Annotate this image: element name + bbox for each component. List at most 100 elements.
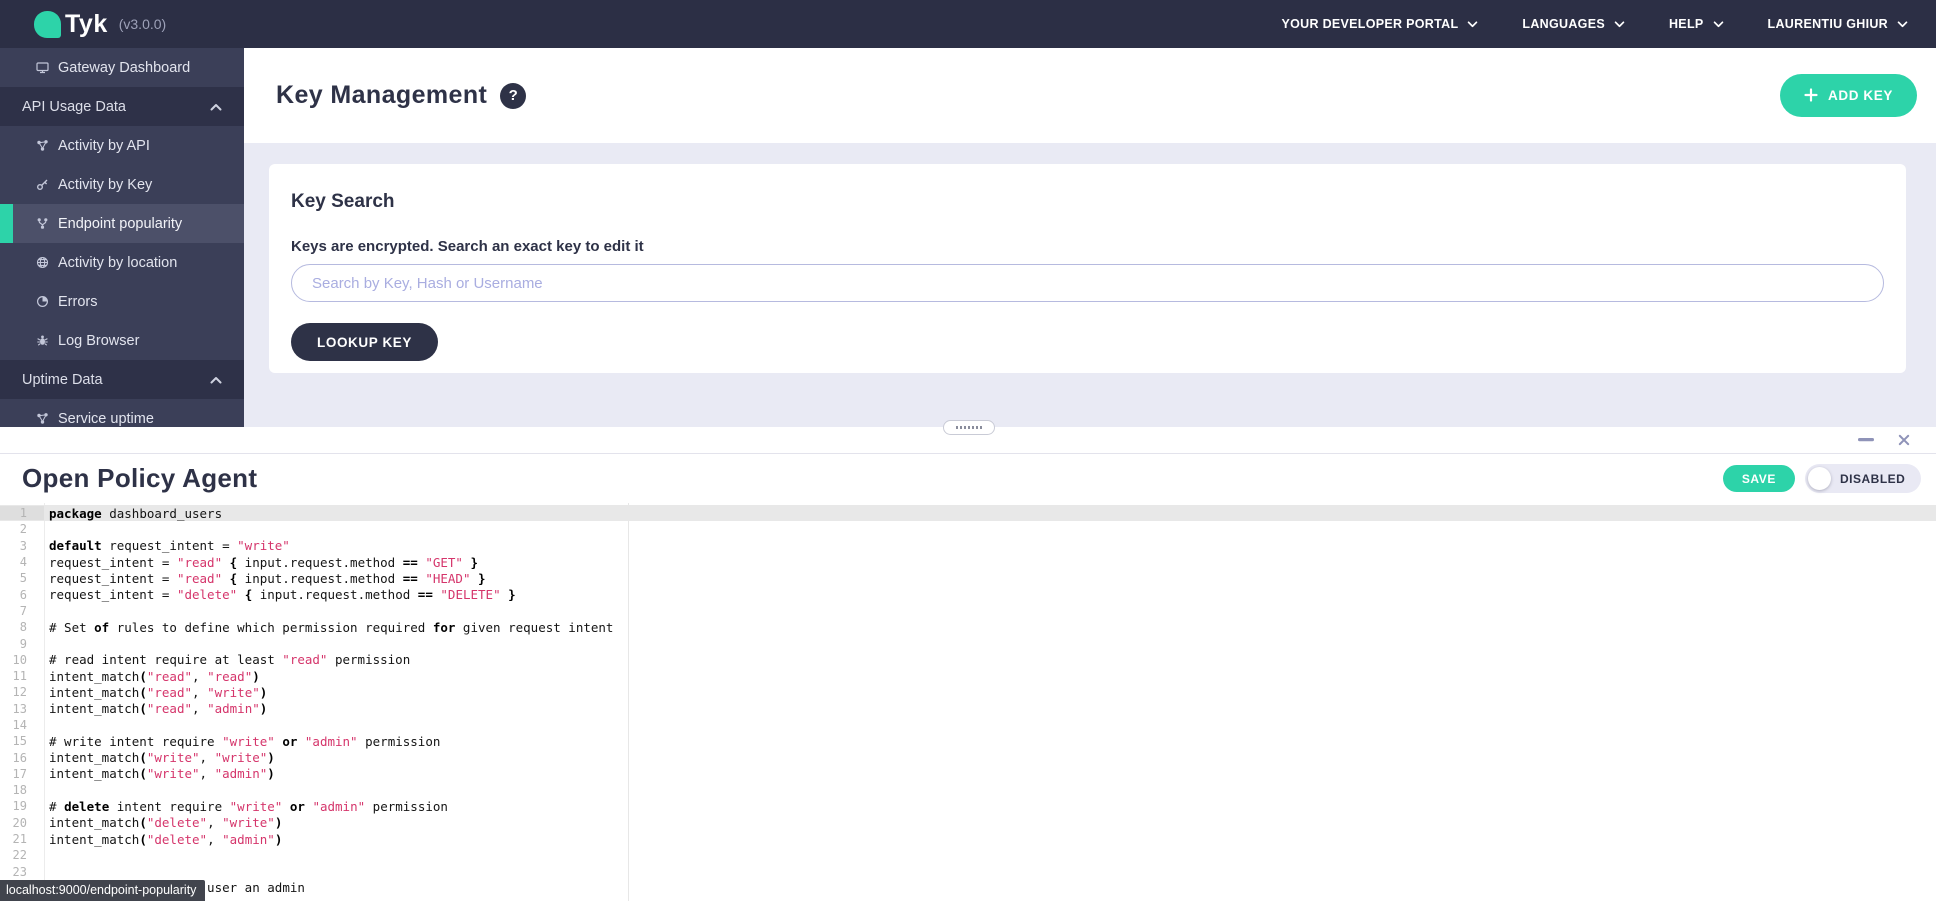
add-key-label: ADD KEY xyxy=(1828,88,1893,103)
chevron-up-icon xyxy=(210,103,222,111)
line-number: 23 xyxy=(0,865,44,879)
code-line: 9 xyxy=(0,635,1936,651)
line-content: # write intent require "write" or "admin… xyxy=(44,734,440,749)
code-line: 3default request_intent = "write" xyxy=(0,538,1936,554)
key-search-card: Key Search Keys are encrypted. Search an… xyxy=(269,164,1906,373)
share-icon xyxy=(36,412,49,425)
line-content: request_intent = "delete" { input.reques… xyxy=(44,587,516,602)
key-search-input[interactable] xyxy=(291,264,1884,302)
globe-icon xyxy=(36,256,49,269)
code-line: 23 xyxy=(0,864,1936,880)
fork-icon xyxy=(36,217,49,230)
code-line: 16intent_match("write", "write") xyxy=(0,749,1936,765)
chevron-down-icon xyxy=(1467,20,1478,28)
line-content: intent_match("read", "read") xyxy=(44,669,260,684)
code-line: 10# read intent require at least "read" … xyxy=(0,652,1936,668)
code-line: 5request_intent = "read" { input.request… xyxy=(0,570,1936,586)
chevron-down-icon xyxy=(1713,20,1724,28)
code-line: 8# Set of rules to define which permissi… xyxy=(0,619,1936,635)
line-number: 8 xyxy=(0,620,44,634)
sidebar-section-label: API Usage Data xyxy=(22,99,126,115)
sidebar-item-log-browser[interactable]: Log Browser xyxy=(0,321,244,360)
opa-panel: Open Policy Agent SAVE DISABLED 1package… xyxy=(0,427,1936,901)
add-key-button[interactable]: ADD KEY xyxy=(1780,74,1917,117)
opa-panel-title: Open Policy Agent xyxy=(22,463,257,494)
opa-panel-header: Open Policy Agent SAVE DISABLED xyxy=(0,454,1936,503)
lookup-key-button[interactable]: LOOKUP KEY xyxy=(291,323,438,361)
topbar: Tyk (v3.0.0) YOUR DEVELOPER PORTAL LANGUA… xyxy=(0,0,1936,48)
line-number: 2 xyxy=(0,522,44,536)
save-button[interactable]: SAVE xyxy=(1723,465,1795,492)
line-content: request_intent = "read" { input.request.… xyxy=(44,571,486,586)
chevron-down-icon xyxy=(1897,20,1908,28)
sidebar-item-label: Gateway Dashboard xyxy=(58,60,190,76)
line-content: # delete intent require "write" or "admi… xyxy=(44,799,448,814)
line-number: 12 xyxy=(0,685,44,699)
line-number: 14 xyxy=(0,718,44,732)
line-content: intent_match("read", "write") xyxy=(44,685,267,700)
topbar-menu-your-developer-portal[interactable]: YOUR DEVELOPER PORTAL xyxy=(1281,17,1478,31)
panel-drag-handle[interactable] xyxy=(943,420,995,435)
line-number: 16 xyxy=(0,751,44,765)
sidebar: Gateway Dashboard API Usage Data Activity … xyxy=(0,48,244,427)
topbar-menu-label: YOUR DEVELOPER PORTAL xyxy=(1281,17,1458,31)
minimize-icon[interactable] xyxy=(1858,438,1874,442)
topbar-menu-laurentiu-ghiur[interactable]: LAURENTIU GHIUR xyxy=(1768,17,1908,31)
code-line: 21intent_match("delete", "admin") xyxy=(0,831,1936,847)
monitor-icon xyxy=(36,61,49,74)
close-icon[interactable] xyxy=(1898,434,1910,446)
line-number: 20 xyxy=(0,816,44,830)
code-line: 19# delete intent require "write" or "ad… xyxy=(0,798,1936,814)
topbar-menu: YOUR DEVELOPER PORTAL LANGUAGES HELP LAUREN… xyxy=(1281,17,1908,31)
code-line: 18 xyxy=(0,782,1936,798)
share-icon xyxy=(36,139,49,152)
line-number: 13 xyxy=(0,702,44,716)
line-number: 19 xyxy=(0,799,44,813)
code-line: 15# write intent require "write" or "adm… xyxy=(0,733,1936,749)
topbar-menu-label: HELP xyxy=(1669,17,1704,31)
sidebar-section-api-usage-data[interactable]: API Usage Data xyxy=(0,87,244,126)
disabled-toggle[interactable]: DISABLED xyxy=(1805,464,1921,493)
sidebar-item-label: Log Browser xyxy=(58,333,139,349)
sidebar-item-label: Activity by Key xyxy=(58,177,152,193)
code-line: 2 xyxy=(0,521,1936,537)
code-line: 22 xyxy=(0,847,1936,863)
key-search-title: Key Search xyxy=(291,164,1884,213)
line-content: intent_match("delete", "admin") xyxy=(44,832,282,847)
topbar-menu-label: LANGUAGES xyxy=(1522,17,1605,31)
code-line: 6request_intent = "delete" { input.reque… xyxy=(0,586,1936,602)
line-number: 15 xyxy=(0,734,44,748)
sidebar-item-errors[interactable]: Errors xyxy=(0,282,244,321)
app-root: Tyk (v3.0.0) YOUR DEVELOPER PORTAL LANGUA… xyxy=(0,0,1936,901)
code-line: 12intent_match("read", "write") xyxy=(0,684,1936,700)
line-content: # read intent require at least "read" pe… xyxy=(44,652,410,667)
line-number: 7 xyxy=(0,604,44,618)
line-number: 4 xyxy=(0,555,44,569)
sidebar-item-endpoint-popularity[interactable]: Endpoint popularity xyxy=(0,204,244,243)
sidebar-item-service-uptime[interactable]: Service uptime xyxy=(0,399,244,427)
line-number: 9 xyxy=(0,637,44,651)
line-number: 3 xyxy=(0,539,44,553)
tyk-logo[interactable]: Tyk (v3.0.0) xyxy=(34,10,166,39)
sidebar-item-activity-by-location[interactable]: Activity by location xyxy=(0,243,244,282)
sidebar-item-gateway-dashboard[interactable]: Gateway Dashboard xyxy=(0,48,244,87)
line-content: intent_match("delete", "write") xyxy=(44,815,282,830)
topbar-menu-help[interactable]: HELP xyxy=(1669,17,1724,31)
sidebar-item-activity-by-key[interactable]: Activity by Key xyxy=(0,165,244,204)
line-content: intent_match("write", "write") xyxy=(44,750,275,765)
line-content: request_intent = "read" { input.request.… xyxy=(44,555,478,570)
help-icon[interactable]: ? xyxy=(500,83,526,109)
sidebar-item-activity-by-api[interactable]: Activity by API xyxy=(0,126,244,165)
code-editor[interactable]: 1package dashboard_users23default reques… xyxy=(0,503,1936,901)
sidebar-item-label: Activity by location xyxy=(58,255,177,271)
topbar-menu-languages[interactable]: LANGUAGES xyxy=(1522,17,1625,31)
line-number: 21 xyxy=(0,832,44,846)
sidebar-item-label: Service uptime xyxy=(58,411,154,427)
bug-icon xyxy=(36,334,49,347)
sidebar-item-label: Endpoint popularity xyxy=(58,216,182,232)
sidebar-section-uptime-data[interactable]: Uptime Data xyxy=(0,360,244,399)
code-rows: 1package dashboard_users23default reques… xyxy=(0,505,1936,896)
sidebar-section-label: Uptime Data xyxy=(22,372,103,388)
line-number: 10 xyxy=(0,653,44,667)
line-content: intent_match("read", "admin") xyxy=(44,701,267,716)
